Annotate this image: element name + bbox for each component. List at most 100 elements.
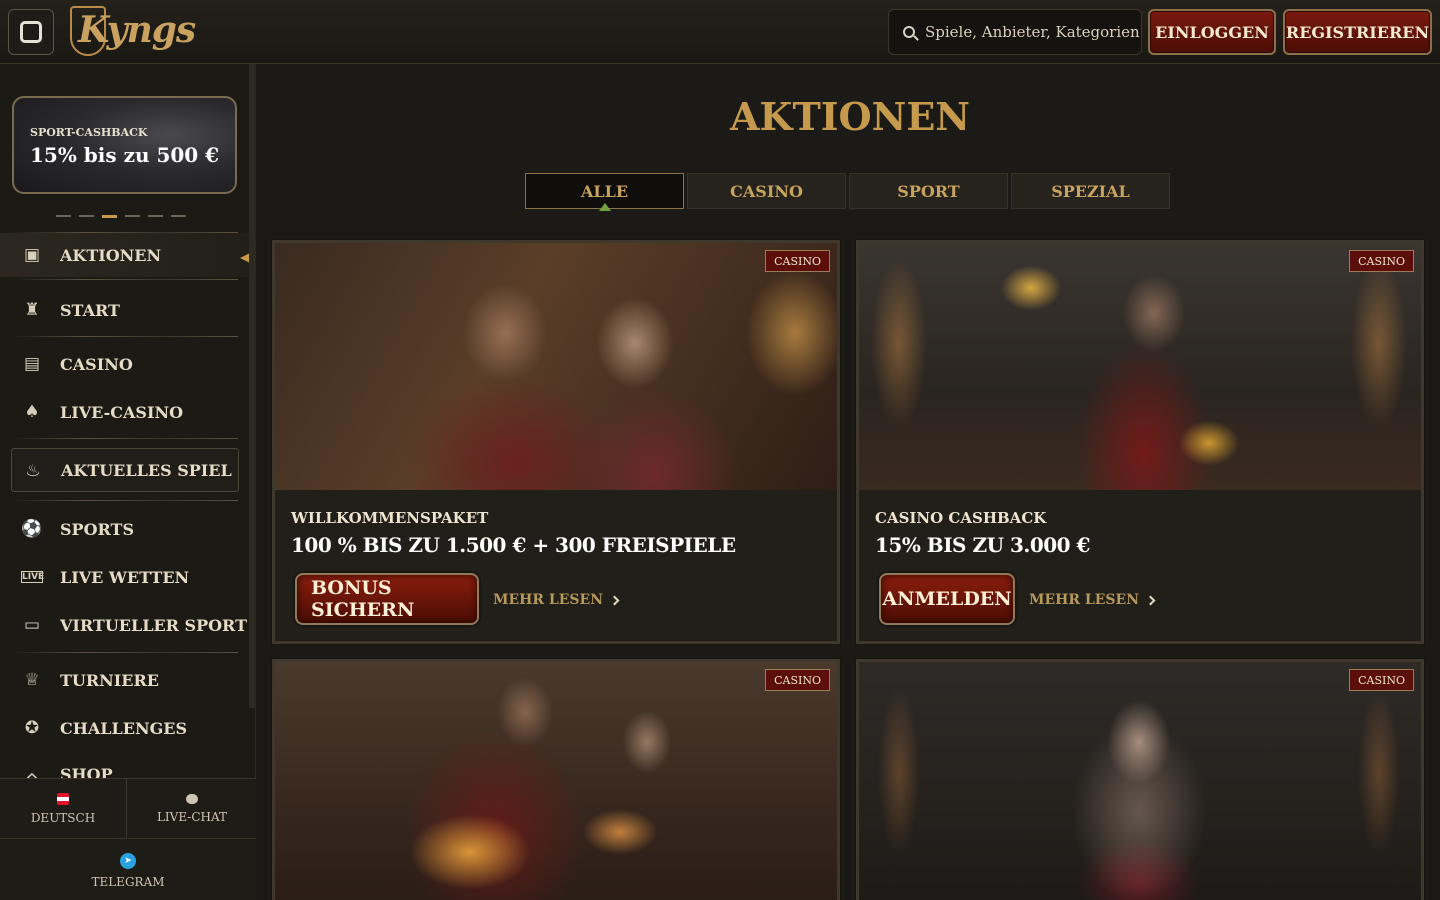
sidebar-item-shop[interactable]: ⌂ SHOP	[0, 754, 250, 778]
carousel-dots	[56, 215, 186, 218]
site-logo[interactable]: Kyngs	[68, 3, 196, 61]
page-title: AKTIONEN	[729, 94, 971, 139]
sidebar-item-label: START	[60, 300, 120, 320]
promo-image-queen-cards[interactable]	[859, 662, 1421, 900]
promo-label: SPORT-CASHBACK	[30, 126, 148, 139]
promo-image-treasure-chest[interactable]	[275, 662, 837, 900]
sidebar-item-virtueller-sport[interactable]: ▭ VIRTUELLER SPORT	[0, 603, 250, 647]
tab-spezial[interactable]: SPEZIAL	[1011, 173, 1170, 209]
divider	[10, 279, 238, 280]
promo-title: 15% BIS ZU 3.000 €	[875, 533, 1090, 557]
menu-toggle-button[interactable]	[8, 9, 54, 55]
login-button[interactable]: EINLOGGEN	[1148, 9, 1276, 55]
sidebar-item-live-wetten[interactable]: LIVE LIVE WETTEN	[0, 555, 250, 599]
sidebar-item-label: VIRTUELLER SPORT	[60, 615, 247, 635]
promo-image-king-gold[interactable]	[859, 243, 1421, 490]
shop-icon: ⌂	[25, 768, 39, 778]
chevron-right-icon	[1145, 595, 1156, 605]
carousel-dot[interactable]	[56, 215, 71, 217]
carousel-dot-active[interactable]	[102, 215, 117, 218]
promo-card-4: CASINO	[855, 658, 1425, 900]
logo-text: Kyngs	[78, 9, 196, 51]
sidebar-item-start[interactable]: ♜ START	[0, 288, 250, 332]
promo-image-royal-couple[interactable]	[275, 243, 837, 490]
divider	[10, 336, 238, 337]
sidebar: SPORT-CASHBACK 15% bis zu 500 € ▣ AKTION…	[0, 64, 256, 900]
register-button[interactable]: REGISTRIEREN	[1283, 9, 1432, 55]
sidebar-item-label: LIVE-CASINO	[60, 402, 184, 422]
promo-text: 15% bis zu 500 €	[30, 143, 220, 167]
soccer-ball-icon: ⚽	[21, 519, 43, 539]
sidebar-item-challenges[interactable]: ✪ CHALLENGES	[0, 706, 250, 750]
sidebar-promo-banner[interactable]: SPORT-CASHBACK 15% bis zu 500 €	[12, 96, 237, 194]
sidebar-scrollbar[interactable]	[249, 64, 255, 708]
sidebar-item-aktuelles-spiel[interactable]: ♨ AKTUELLES SPIEL	[11, 448, 239, 492]
promo-subtitle: CASINO CASHBACK	[875, 509, 1047, 527]
carousel-dot[interactable]	[171, 215, 186, 217]
bonus-sichern-button[interactable]: BONUS SICHERN	[295, 573, 479, 625]
mehr-lesen-label: MEHR LESEN	[1029, 592, 1139, 608]
cards-icon: ♠	[24, 402, 40, 422]
category-badge: CASINO	[1349, 250, 1414, 272]
divider	[10, 500, 238, 501]
sidebar-item-label: AKTUELLES SPIEL	[61, 460, 232, 480]
telegram-label: TELEGRAM	[91, 874, 165, 889]
monitor-ball-icon: ▭	[23, 615, 41, 635]
sidebar-item-label: TURNIERE	[60, 670, 159, 690]
promo-title: 100 % BIS ZU 1.500 € + 300 FREISPIELE	[291, 533, 736, 557]
gift-icon: ▣	[23, 245, 41, 265]
promo-tabs: ALLE CASINO SPORT SPEZIAL	[525, 173, 1170, 211]
live-chat-button[interactable]: LIVE-CHAT	[128, 779, 256, 839]
search-placeholder: Spiele, Anbieter, Kategorien	[925, 23, 1140, 41]
slot-machine-icon: ▤	[23, 354, 41, 374]
top-header: Kyngs Spiele, Anbieter, Kategorien EINLO…	[0, 0, 1440, 64]
sidebar-item-label: AKTIONEN	[60, 245, 162, 265]
divider	[10, 438, 238, 439]
chevron-right-icon	[609, 595, 620, 605]
divider	[10, 652, 238, 653]
mehr-lesen-label: MEHR LESEN	[493, 592, 603, 608]
sidebar-item-casino[interactable]: ▤ CASINO	[0, 342, 250, 386]
mehr-lesen-link[interactable]: MEHR LESEN	[493, 592, 620, 608]
tab-alle[interactable]: ALLE	[525, 173, 684, 211]
promo-card-willkommenspaket: CASINO WILLKOMMENSPAKET 100 % BIS ZU 1.5…	[271, 239, 841, 645]
promo-card-casino-cashback: CASINO CASINO CASHBACK 15% BIS ZU 3.000 …	[855, 239, 1425, 645]
sidebar-item-turniere[interactable]: ♕ TURNIERE	[0, 658, 250, 702]
carousel-dot[interactable]	[148, 215, 163, 217]
carousel-dot[interactable]	[125, 215, 140, 217]
search-icon	[903, 26, 915, 38]
language-selector[interactable]: DEUTSCH	[0, 779, 127, 839]
live-icon: LIVE	[21, 571, 45, 583]
menu-icon	[20, 21, 42, 43]
tab-casino[interactable]: CASINO	[687, 173, 846, 209]
sidebar-item-live-casino[interactable]: ♠ LIVE-CASINO	[0, 390, 250, 434]
search-input[interactable]: Spiele, Anbieter, Kategorien	[888, 9, 1142, 55]
austria-flag-icon	[57, 792, 69, 805]
sidebar-item-sports[interactable]: ⚽ SPORTS	[0, 507, 250, 551]
telegram-link[interactable]: ➤ TELEGRAM	[0, 840, 256, 900]
category-badge: CASINO	[765, 250, 830, 272]
promo-subtitle: WILLKOMMENSPAKET	[291, 509, 489, 527]
mehr-lesen-link[interactable]: MEHR LESEN	[1029, 592, 1156, 608]
tab-sport[interactable]: SPORT	[849, 173, 1008, 209]
sidebar-item-label: LIVE WETTEN	[60, 567, 190, 587]
medal-icon: ✪	[24, 718, 40, 738]
trophy-icon: ♕	[24, 670, 40, 690]
flame-icon: ♨	[25, 461, 41, 481]
sidebar-item-label: CHALLENGES	[60, 718, 187, 738]
sidebar-item-label: CASINO	[60, 354, 133, 374]
sidebar-item-label: SHOP	[60, 765, 113, 778]
carousel-dot[interactable]	[79, 215, 94, 217]
live-chat-label: LIVE-CHAT	[156, 809, 228, 824]
sidebar-item-aktionen[interactable]: ▣ AKTIONEN	[0, 233, 250, 277]
promo-card-3: CASINO	[271, 658, 841, 900]
sidebar-footer: DEUTSCH LIVE-CHAT ➤ TELEGRAM	[0, 778, 256, 900]
category-badge: CASINO	[765, 669, 830, 691]
castle-icon: ♜	[24, 300, 40, 320]
category-badge: CASINO	[1349, 669, 1414, 691]
sidebar-item-label: SPORTS	[60, 519, 134, 539]
chat-bubble-icon	[186, 793, 198, 804]
language-label: DEUTSCH	[30, 810, 96, 825]
anmelden-button[interactable]: ANMELDEN	[879, 573, 1015, 625]
telegram-icon: ➤	[120, 852, 136, 869]
